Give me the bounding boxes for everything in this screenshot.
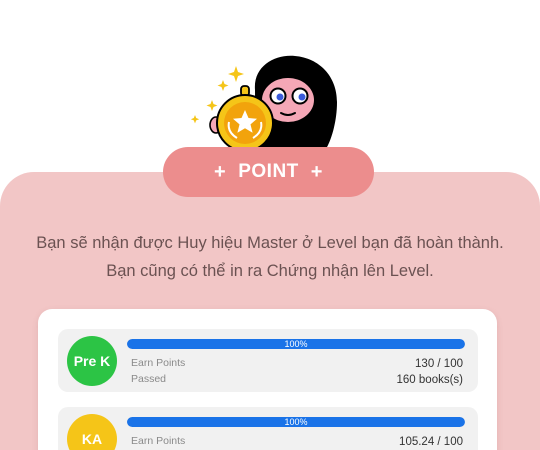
level-row-pre-k: Pre K 100% Earn Points 130 / 100 Passed …	[58, 329, 478, 392]
earn-points-value: 105.24 / 100	[399, 436, 463, 448]
level-badge-ka: KA	[67, 414, 117, 450]
plus-icon: +	[310, 160, 323, 183]
levels-card: Pre K 100% Earn Points 130 / 100 Passed …	[38, 309, 497, 450]
description-line-1: Bạn sẽ nhận được Huy hiệu Master ở Level…	[36, 234, 504, 252]
plus-icon: +	[214, 160, 227, 183]
mascot-with-medal-illustration	[190, 55, 337, 152]
progress-label: 100%	[284, 339, 308, 349]
description-text: Bạn sẽ nhận được Huy hiệu Master ở Level…	[0, 229, 540, 285]
level-badge-pre-k: Pre K	[67, 336, 117, 386]
description-line-2: Bạn cũng có thể in ra Chứng nhận lên Lev…	[106, 262, 434, 280]
level-row-ka: KA 100% Earn Points 105.24 / 100	[58, 407, 478, 450]
progress-label: 100%	[284, 417, 308, 427]
progress-bar: 100%	[127, 417, 465, 427]
point-title: POINT	[238, 161, 299, 182]
passed-value: 160 books(s)	[396, 374, 463, 386]
passed-label: Passed	[131, 373, 167, 385]
earn-points-label: Earn Points	[131, 435, 186, 447]
progress-bar: 100%	[127, 339, 465, 349]
point-header: + POINT +	[163, 147, 374, 197]
earn-points-value: 130 / 100	[415, 358, 463, 370]
earn-points-label: Earn Points	[131, 357, 186, 369]
